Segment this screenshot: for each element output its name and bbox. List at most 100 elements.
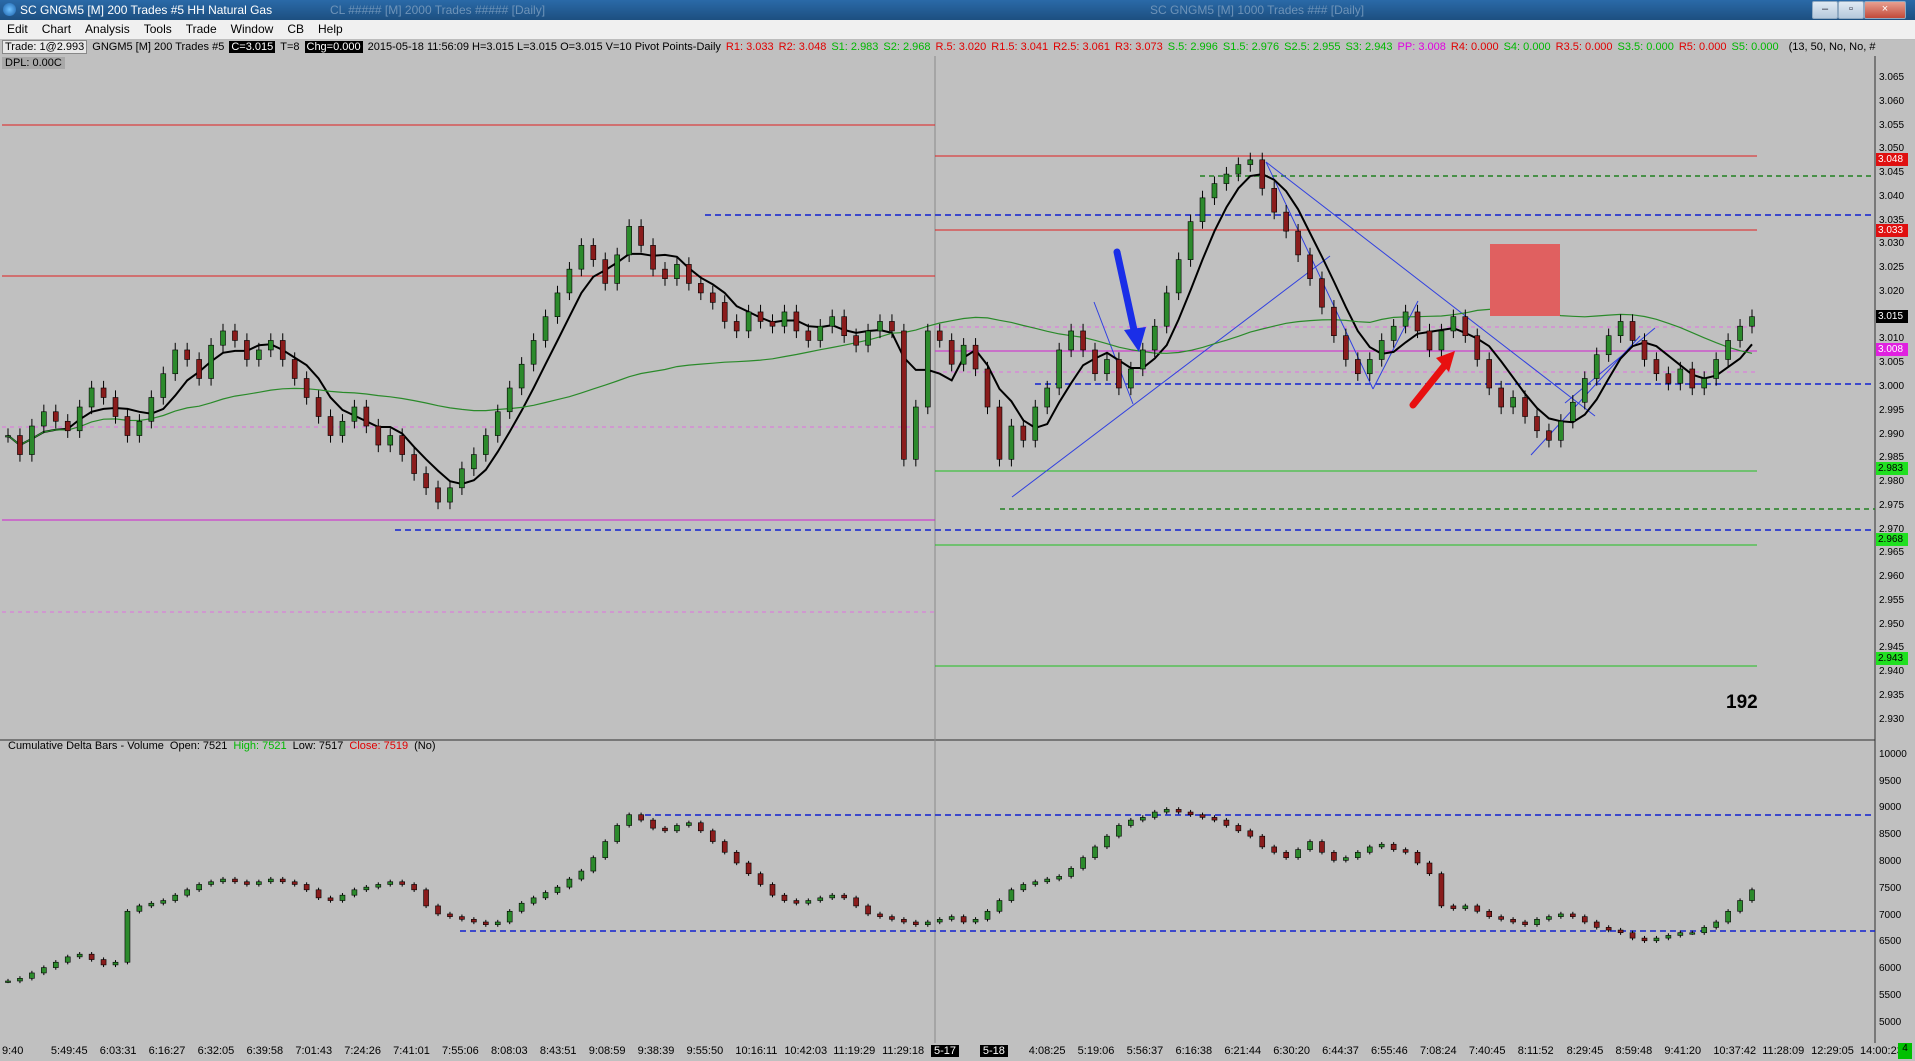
close-button[interactable]: ×	[1864, 1, 1906, 19]
delta-candle	[1749, 887, 1755, 903]
time-tick-label: 11:29:18	[882, 1045, 925, 1057]
pivot-value: S5: 0.000	[1731, 41, 1779, 53]
delta-candle	[1438, 871, 1445, 909]
delta-candle	[1426, 860, 1433, 876]
time-tick-label: 7:24:26	[344, 1045, 381, 1057]
title-bar: SC GNGM5 [M] 200 Trades #5 HH Natural Ga…	[0, 0, 1915, 20]
delta-candle	[996, 898, 1003, 914]
price-candle	[1032, 399, 1039, 448]
maximize-button[interactable]: ▫	[1838, 1, 1864, 19]
pivot-value: S.5: 2.996	[1167, 41, 1218, 53]
price-tag: 2.968	[1876, 533, 1908, 547]
pivot-value: PP: 3.008	[1397, 41, 1446, 53]
price-tick-label: 2.975	[1879, 499, 1905, 511]
menu-help[interactable]: Help	[311, 20, 350, 36]
delta-candle	[769, 882, 776, 898]
price-tick-label: 3.055	[1879, 119, 1905, 131]
menu-trade[interactable]: Trade	[179, 20, 224, 36]
delta-candle	[709, 828, 716, 844]
price-tick-label: 3.020	[1879, 285, 1905, 297]
menu-edit[interactable]: Edit	[0, 20, 35, 36]
window-title: SC GNGM5 [M] 200 Trades #5 HH Natural Ga…	[20, 3, 273, 17]
study-name: Cumulative Delta Bars - Volume	[8, 740, 164, 752]
time-tick-label: 10:37:42	[1713, 1045, 1757, 1057]
price-candle	[208, 338, 214, 386]
price-candle	[1056, 342, 1062, 396]
price-candle	[1187, 214, 1194, 267]
app-icon	[3, 3, 16, 16]
pivot-value: R3: 3.073	[1115, 41, 1163, 53]
ohlc-readout: 2015-05-18 11:56:09 H=3.015 L=3.015 O=3.…	[367, 41, 721, 53]
delta-candle	[1008, 887, 1015, 903]
price-tick-label: 3.040	[1879, 190, 1905, 202]
price-tag: 3.008	[1876, 342, 1908, 356]
time-tick-label: 9:08:59	[588, 1045, 626, 1057]
delta-candle	[721, 839, 728, 855]
price-tick-label: 2.950	[1879, 618, 1905, 630]
menu-cb[interactable]: CB	[280, 20, 311, 36]
delta-candle	[626, 812, 632, 828]
price-tick-label: 2.990	[1879, 428, 1905, 440]
price-candle	[901, 323, 907, 467]
highlight-box[interactable]	[1490, 244, 1560, 316]
menu-chart[interactable]: Chart	[35, 20, 78, 36]
time-tick-label: 11:28:09	[1762, 1045, 1805, 1057]
time-tick-label: 5:19:06	[1077, 1045, 1115, 1057]
time-tick-label: 6:55:46	[1371, 1045, 1408, 1057]
pivot-value: R4: 0.000	[1450, 41, 1499, 53]
time-tick-label: 6:39:58	[246, 1045, 284, 1057]
delta-candle	[435, 903, 441, 917]
delta-candle	[865, 903, 871, 917]
pivot-value: S3: 2.943	[1345, 41, 1393, 53]
time-tick-label: 6:16:27	[148, 1045, 186, 1057]
study-open: Open: 7521	[169, 740, 228, 752]
time-tick-label: 14:00:23	[1860, 1045, 1903, 1057]
menu-tools[interactable]: Tools	[137, 20, 179, 36]
delta-candle	[590, 855, 597, 874]
t-value: T=8	[280, 41, 300, 53]
delta-tick-label: 8500	[1879, 829, 1902, 841]
symbol-label: GNGM5 [M] 200 Trades #5	[92, 41, 225, 53]
price-tick-label: 3.045	[1879, 167, 1905, 179]
delta-tick-label: 10000	[1879, 748, 1907, 760]
price-tick-label: 2.960	[1879, 571, 1905, 583]
pivot-value: R2.5: 3.061	[1053, 41, 1111, 53]
delta-candle	[1307, 839, 1313, 852]
delta-candle	[315, 887, 322, 901]
price-tick-label: 3.005	[1879, 357, 1905, 369]
delta-panel-bg	[0, 742, 1875, 1042]
corner-indicator[interactable]: 4	[1898, 1043, 1912, 1059]
delta-candle	[506, 909, 513, 925]
price-candle	[1008, 418, 1015, 467]
menu-window[interactable]: Window	[224, 20, 281, 36]
date-marker: 5-17	[931, 1045, 960, 1057]
bar-counter: 192	[1726, 692, 1758, 713]
background-window-title-1: CL ##### [M] 2000 Trades ##### [Daily]	[330, 3, 546, 17]
price-tag: 3.033	[1876, 224, 1908, 238]
delta-candle	[1295, 847, 1301, 860]
pivot-value: S2: 2.968	[883, 41, 931, 53]
chart-canvas[interactable]	[0, 0, 1915, 1061]
delta-candle	[650, 817, 656, 831]
minimize-button[interactable]: –	[1812, 1, 1838, 19]
price-tick-label: 2.980	[1879, 476, 1905, 488]
delta-candle	[1116, 823, 1122, 839]
pivot-value: R5: 0.000	[1678, 41, 1727, 53]
delta-candle	[1068, 866, 1074, 879]
time-tick-label: 6:03:31	[99, 1045, 137, 1057]
price-candle	[996, 399, 1003, 467]
price-candle	[984, 361, 991, 415]
delta-tick-label: 5500	[1879, 990, 1902, 1002]
price-tick-label: 2.940	[1879, 666, 1905, 678]
trade-position[interactable]: Trade: 1@2.993	[2, 40, 88, 54]
time-axis: 9:40 5:49:45 6:03:31 6:16:27 6:32:05 6:39:58 7…	[0, 1043, 1903, 1061]
time-tick-label: 7:55:06	[442, 1045, 479, 1057]
time-tick-label: 12:29:05	[1811, 1045, 1854, 1057]
pivot-value: S1.5: 2.976	[1222, 41, 1280, 53]
price-panel-bg	[0, 56, 1875, 740]
price-candle	[1175, 252, 1182, 301]
delta-tick-label: 5000	[1879, 1016, 1902, 1028]
menu-analysis[interactable]: Analysis	[78, 20, 137, 36]
delta-candle	[698, 820, 704, 833]
time-tick-label: 6:16:38	[1175, 1045, 1213, 1057]
